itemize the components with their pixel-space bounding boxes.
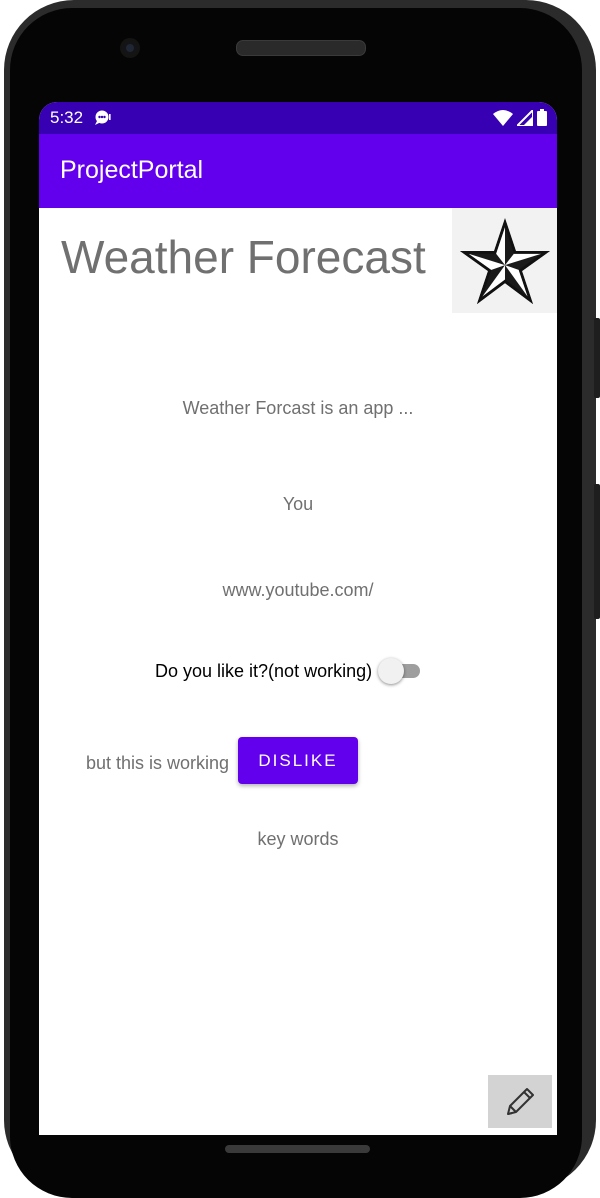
project-image[interactable]: [452, 208, 557, 313]
like-switch-thumb[interactable]: [378, 658, 405, 684]
battery-icon: [537, 109, 547, 126]
project-link[interactable]: www.youtube.com/: [39, 580, 557, 601]
project-author: You: [282, 494, 314, 514]
power-button: [594, 318, 600, 398]
project-keywords: key words: [257, 829, 339, 849]
earpiece-speaker: [236, 40, 366, 56]
app-bar: ProjectPortal: [39, 134, 557, 208]
page-title: Weather Forecast: [61, 231, 426, 283]
dislike-button[interactable]: DISLIKE: [238, 737, 358, 784]
cell-signal-icon: [517, 109, 533, 126]
pencil-icon: [507, 1087, 534, 1115]
like-switch-label: Do you like it?(not working): [155, 660, 373, 681]
status-bar: 5:32: [39, 102, 557, 134]
like-switch-row: Do you like it?(not working): [155, 658, 422, 684]
screen: 5:32 ProjectPortal Weather Forecast Weat…: [39, 102, 557, 1135]
star-icon: [459, 217, 550, 304]
status-time: 5:32: [50, 108, 84, 127]
wifi-icon: [493, 109, 513, 126]
chat-bubble-icon: [94, 110, 112, 130]
front-camera: [120, 38, 140, 58]
app-title: ProjectPortal: [60, 156, 204, 184]
like-switch[interactable]: [378, 658, 422, 684]
volume-button: [594, 484, 600, 619]
status-icons: [493, 109, 547, 126]
working-label: but this is working: [86, 753, 230, 773]
edit-button[interactable]: [488, 1075, 552, 1128]
project-description: Weather Forcast is an app ...: [182, 398, 414, 418]
gesture-bar: [225, 1145, 370, 1153]
